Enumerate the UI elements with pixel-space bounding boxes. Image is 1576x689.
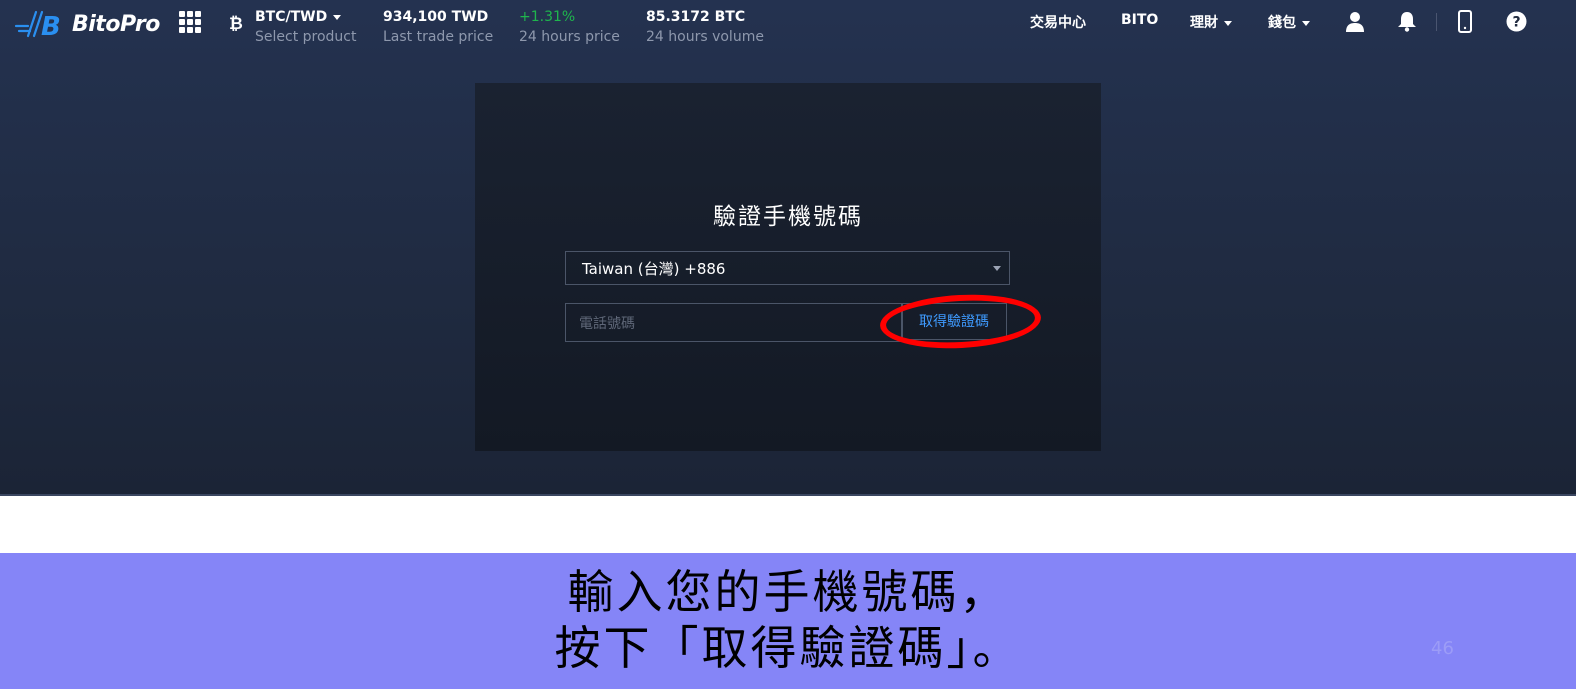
brand-name: BitoPro [72,11,160,37]
svg-text:B: B [41,12,61,42]
top-navigation-bar: B BitoPro ₿ BTC/TWD Select product 934,1… [0,0,1576,50]
caption-line-1: 輸入您的手機號碼， [567,565,1009,619]
phone-number-placeholder: 電話號碼 [579,316,635,332]
volume-value: 85.3172 BTC [646,9,746,25]
product-selector[interactable]: BTC/TWD Select product [255,8,357,47]
bitopro-logo-icon: B [14,10,61,42]
nav-finance[interactable]: 理財 [1190,12,1232,32]
nav-wallet-label: 錢包 [1268,15,1296,31]
last-price-stat: 934,100 TWD Last trade price [383,8,493,47]
price-change-stat: +1.31% 24 hours price [519,8,620,47]
price-change-label: 24 hours price [519,29,620,45]
svg-text:?: ? [1512,15,1520,31]
chevron-down-icon [1224,20,1232,26]
bitopro-logo[interactable]: B BitoPro [14,6,160,42]
price-change-value: +1.31% [519,9,576,25]
last-price-value: 934,100 TWD [383,9,489,25]
get-verification-code-button[interactable]: 取得驗證碼 [901,303,1007,340]
grid-icon[interactable] [179,11,201,33]
help-icon[interactable]: ? [1506,11,1527,32]
slide-caption: 輸入您的手機號碼， 按下「取得驗證碼」。 46 [0,553,1576,689]
phone-number-input[interactable]: 電話號碼 [565,303,903,342]
nav-finance-label: 理財 [1190,15,1218,31]
volume-stat: 85.3172 BTC 24 hours volume [646,8,764,47]
bell-icon[interactable] [1397,11,1417,32]
pair-label: Select product [255,29,357,45]
last-price-label: Last trade price [383,29,494,45]
nav-bito[interactable]: BITO [1121,12,1158,28]
nav-divider [1436,13,1437,31]
country-code-value: Taiwan (台灣) +886 [582,260,726,278]
chevron-down-icon [993,266,1001,271]
volume-label: 24 hours volume [646,29,764,45]
page-number: 46 [1431,638,1454,659]
user-icon[interactable] [1345,11,1365,32]
mobile-icon[interactable] [1458,10,1472,33]
bitcoin-icon: ₿ [229,14,243,34]
country-code-select[interactable]: Taiwan (台灣) +886 [565,251,1010,285]
pair-value: BTC/TWD [255,9,328,25]
nav-wallet[interactable]: 錢包 [1268,12,1310,32]
chevron-down-icon [1302,20,1310,26]
nav-trade-center[interactable]: 交易中心 [1030,12,1086,32]
chevron-down-icon [333,14,342,20]
app-window: B BitoPro ₿ BTC/TWD Select product 934,1… [0,0,1576,496]
page-title: 驗證手機號碼 [713,204,863,230]
caption-line-2: 按下「取得驗證碼」。 [554,621,1022,675]
verify-phone-card: 驗證手機號碼 Taiwan (台灣) +886 電話號碼 取得驗證碼 [475,83,1101,451]
